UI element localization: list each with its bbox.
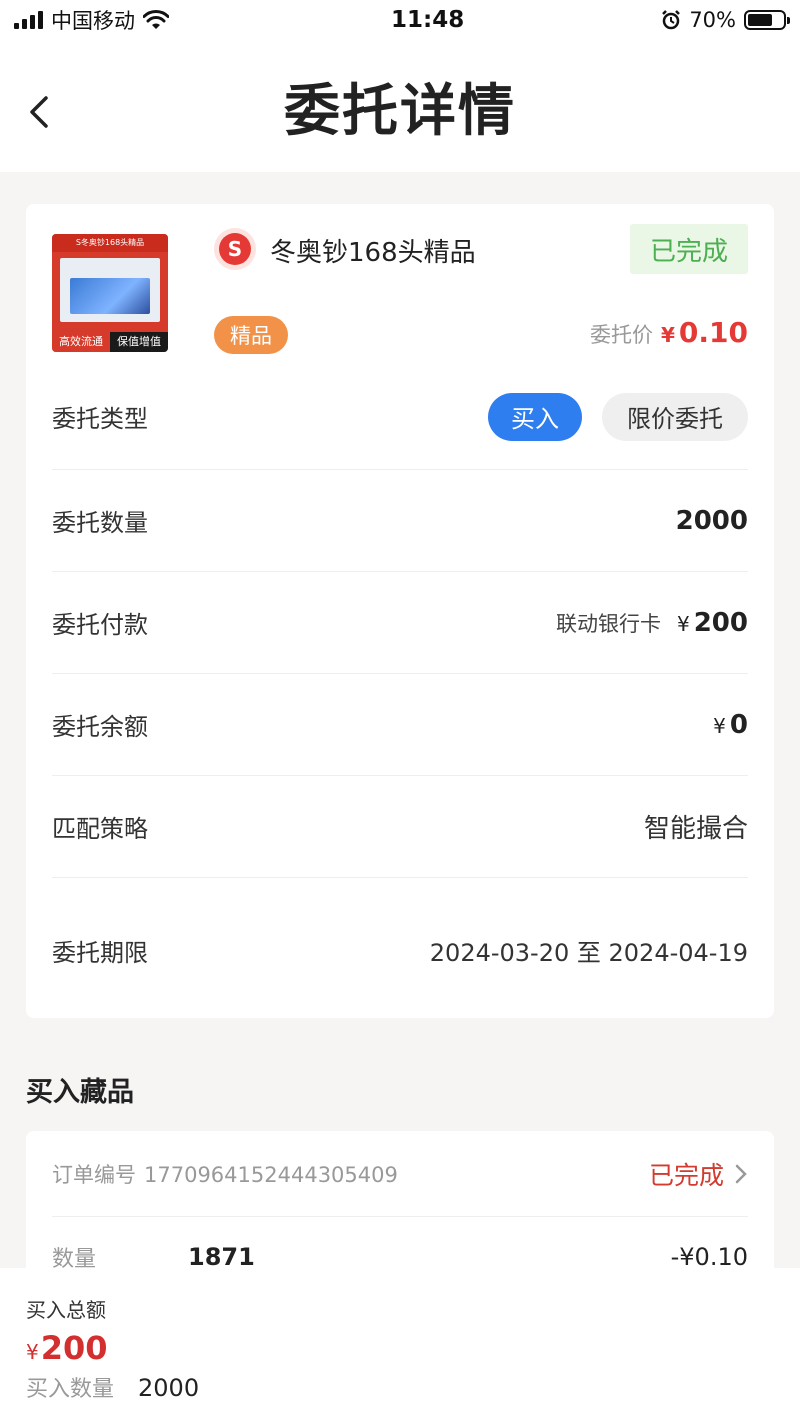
order-status: 已完成 xyxy=(648,1160,724,1190)
battery-icon xyxy=(744,10,790,30)
price-label: 委托价 xyxy=(589,323,653,347)
payment-method: 联动银行卡 xyxy=(555,611,661,636)
status-badge: 已完成 xyxy=(630,224,748,274)
limit-order-pill: 限价委托 xyxy=(602,392,748,441)
thumb-badge-left: 高效流通 xyxy=(52,332,110,352)
price-currency: ¥ xyxy=(660,323,675,347)
payment-value-group: 联动银行卡 ¥200 xyxy=(556,608,748,638)
wifi-icon xyxy=(143,10,169,29)
signal-icon xyxy=(14,11,43,29)
total-amount: 200 xyxy=(40,1329,108,1367)
clock: 11:48 xyxy=(391,7,465,33)
row-entrust-balance: 委托余额 ¥0 xyxy=(52,674,748,776)
product-thumbnail[interactable]: S冬奥钞168头精品 高效流通 保值增值 xyxy=(52,234,168,352)
order-status-link[interactable]: 已完成 xyxy=(649,1156,748,1192)
brand-logo-letter: S xyxy=(219,233,251,265)
banknote-graphic xyxy=(70,278,150,314)
bottom-summary-bar: 买入总额 ¥200 买入数量 2000 xyxy=(0,1268,800,1422)
total-currency: ¥ xyxy=(26,1340,39,1364)
row-entrust-period: 委托期限 2024-03-20 至 2024-04-19 xyxy=(52,878,748,1023)
strategy-value: 智能撮合 xyxy=(643,814,748,844)
row-entrust-payment: 委托付款 联动银行卡 ¥200 xyxy=(52,572,748,674)
brand-logo-icon: S xyxy=(214,228,256,270)
payment-amount: 200 xyxy=(693,607,748,638)
order-header[interactable]: 订单编号 1770964152444305409 已完成 xyxy=(52,1131,748,1217)
period-value: 2024-03-20 至 2024-04-19 xyxy=(429,939,748,967)
chevron-right-icon xyxy=(735,1164,747,1183)
quantity-label: 委托数量 xyxy=(52,509,148,537)
order-number-group: 订单编号 1770964152444305409 xyxy=(52,1159,398,1189)
period-label: 委托期限 xyxy=(52,939,148,967)
price-value: ¥0.10 xyxy=(661,316,748,349)
order-detail-card: S冬奥钞168头精品 高效流通 保值增值 S 冬奥钞168头精品 已完成 精品 … xyxy=(26,204,774,1018)
row-entrust-quantity: 委托数量 2000 xyxy=(52,470,748,572)
balance-value-group: ¥0 xyxy=(713,710,748,740)
banknote-image xyxy=(60,258,160,322)
type-label: 委托类型 xyxy=(52,405,148,433)
row-match-strategy: 匹配策略 智能撮合 xyxy=(52,776,748,878)
entrust-price: 委托价 ¥0.10 xyxy=(590,316,748,349)
buy-qty-label: 买入数量 xyxy=(26,1377,115,1402)
battery-percent: 70% xyxy=(689,8,736,32)
status-bar: 中国移动 11:48 70% xyxy=(0,0,800,40)
carrier-name: 中国移动 xyxy=(51,9,135,33)
quantity-value: 2000 xyxy=(675,505,748,536)
total-value: ¥200 xyxy=(26,1329,774,1367)
buy-qty-value: 2000 xyxy=(138,1374,200,1402)
grade-badge: 精品 xyxy=(214,316,288,354)
section-title: 买入藏品 xyxy=(26,1077,134,1108)
buy-pill: 买入 xyxy=(488,392,582,441)
page-title: 委托详情 xyxy=(284,78,516,144)
balance-label: 委托余额 xyxy=(52,713,148,741)
price-amount: 0.10 xyxy=(678,316,748,349)
balance-currency: ¥ xyxy=(713,713,726,738)
order-price-value: -¥0.10 xyxy=(670,1243,748,1271)
thumb-badge-right: 保值增值 xyxy=(110,332,168,352)
row-entrust-type: 委托类型 买入 限价委托 xyxy=(52,364,748,470)
nav-header: 委托详情 xyxy=(0,40,800,172)
payment-currency: ¥ xyxy=(676,611,690,636)
back-arrow-icon[interactable] xyxy=(22,92,62,132)
alarm-icon xyxy=(662,10,681,30)
balance-amount: 0 xyxy=(729,709,748,740)
order-number-label: 订单编号 xyxy=(52,1162,136,1187)
payment-label: 委托付款 xyxy=(52,611,148,639)
product-summary: S冬奥钞168头精品 高效流通 保值增值 S 冬奥钞168头精品 已完成 精品 … xyxy=(52,204,748,364)
strategy-label: 匹配策略 xyxy=(52,815,148,843)
thumb-title: S冬奥钞168头精品 xyxy=(52,234,168,252)
order-number: 1770964152444305409 xyxy=(144,1162,398,1187)
order-qty-value: 1871 xyxy=(188,1243,255,1271)
total-label: 买入总额 xyxy=(26,1298,106,1322)
product-name: 冬奥钞168头精品 xyxy=(270,238,476,268)
